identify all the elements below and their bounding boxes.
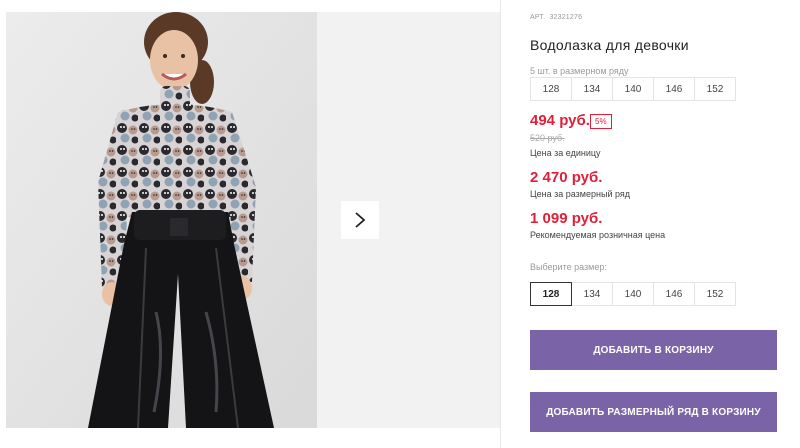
- unit-price-caption: Цена за единицу: [530, 148, 601, 158]
- chevron-right-icon: [355, 212, 366, 228]
- product-photo-illustration: [6, 12, 317, 428]
- product-title: Водолазка для девочки: [530, 37, 689, 53]
- size-option[interactable]: 146: [653, 282, 695, 306]
- pack-price-caption: Цена за размерный ряд: [530, 189, 631, 199]
- pack-price: 2 470 руб.: [530, 169, 603, 186]
- size-selector: 128 134 140 146 152: [530, 282, 736, 306]
- retail-price: 1 099 руб.: [530, 210, 603, 227]
- product-gallery: [0, 0, 500, 448]
- product-photo[interactable]: [6, 12, 317, 428]
- sku-value: 32321276: [549, 14, 583, 21]
- size-option-selected[interactable]: 128: [530, 282, 572, 306]
- unit-price: 494 руб.: [530, 112, 590, 129]
- gallery-next-button[interactable]: [341, 201, 379, 239]
- pack-size-cell: 146: [653, 77, 695, 101]
- pack-size-cell: 134: [571, 77, 613, 101]
- pack-size-cell: 128: [530, 77, 572, 101]
- pack-label: 5 шт. в размерном ряду: [530, 66, 629, 76]
- product-sku: АРТ. 32321276: [530, 14, 582, 21]
- old-price: 520 руб.: [530, 133, 565, 143]
- add-pack-to-cart-button[interactable]: ДОБАВИТЬ РАЗМЕРНЫЙ РЯД В КОРЗИНУ: [530, 392, 777, 432]
- panel-divider: [500, 0, 501, 448]
- size-option[interactable]: 152: [694, 282, 736, 306]
- pack-sizes: 128 134 140 146 152: [530, 77, 736, 101]
- size-option[interactable]: 134: [571, 282, 613, 306]
- choose-size-label: Выберите размер:: [530, 262, 607, 272]
- retail-price-caption: Рекомендуемая розничная цена: [530, 230, 666, 240]
- add-to-cart-button[interactable]: ДОБАВИТЬ В КОРЗИНУ: [530, 330, 777, 370]
- pack-size-cell: 152: [694, 77, 736, 101]
- size-option[interactable]: 140: [612, 282, 654, 306]
- sku-label: АРТ.: [530, 14, 546, 21]
- discount-badge: 5%: [590, 114, 612, 129]
- pack-size-cell: 140: [612, 77, 654, 101]
